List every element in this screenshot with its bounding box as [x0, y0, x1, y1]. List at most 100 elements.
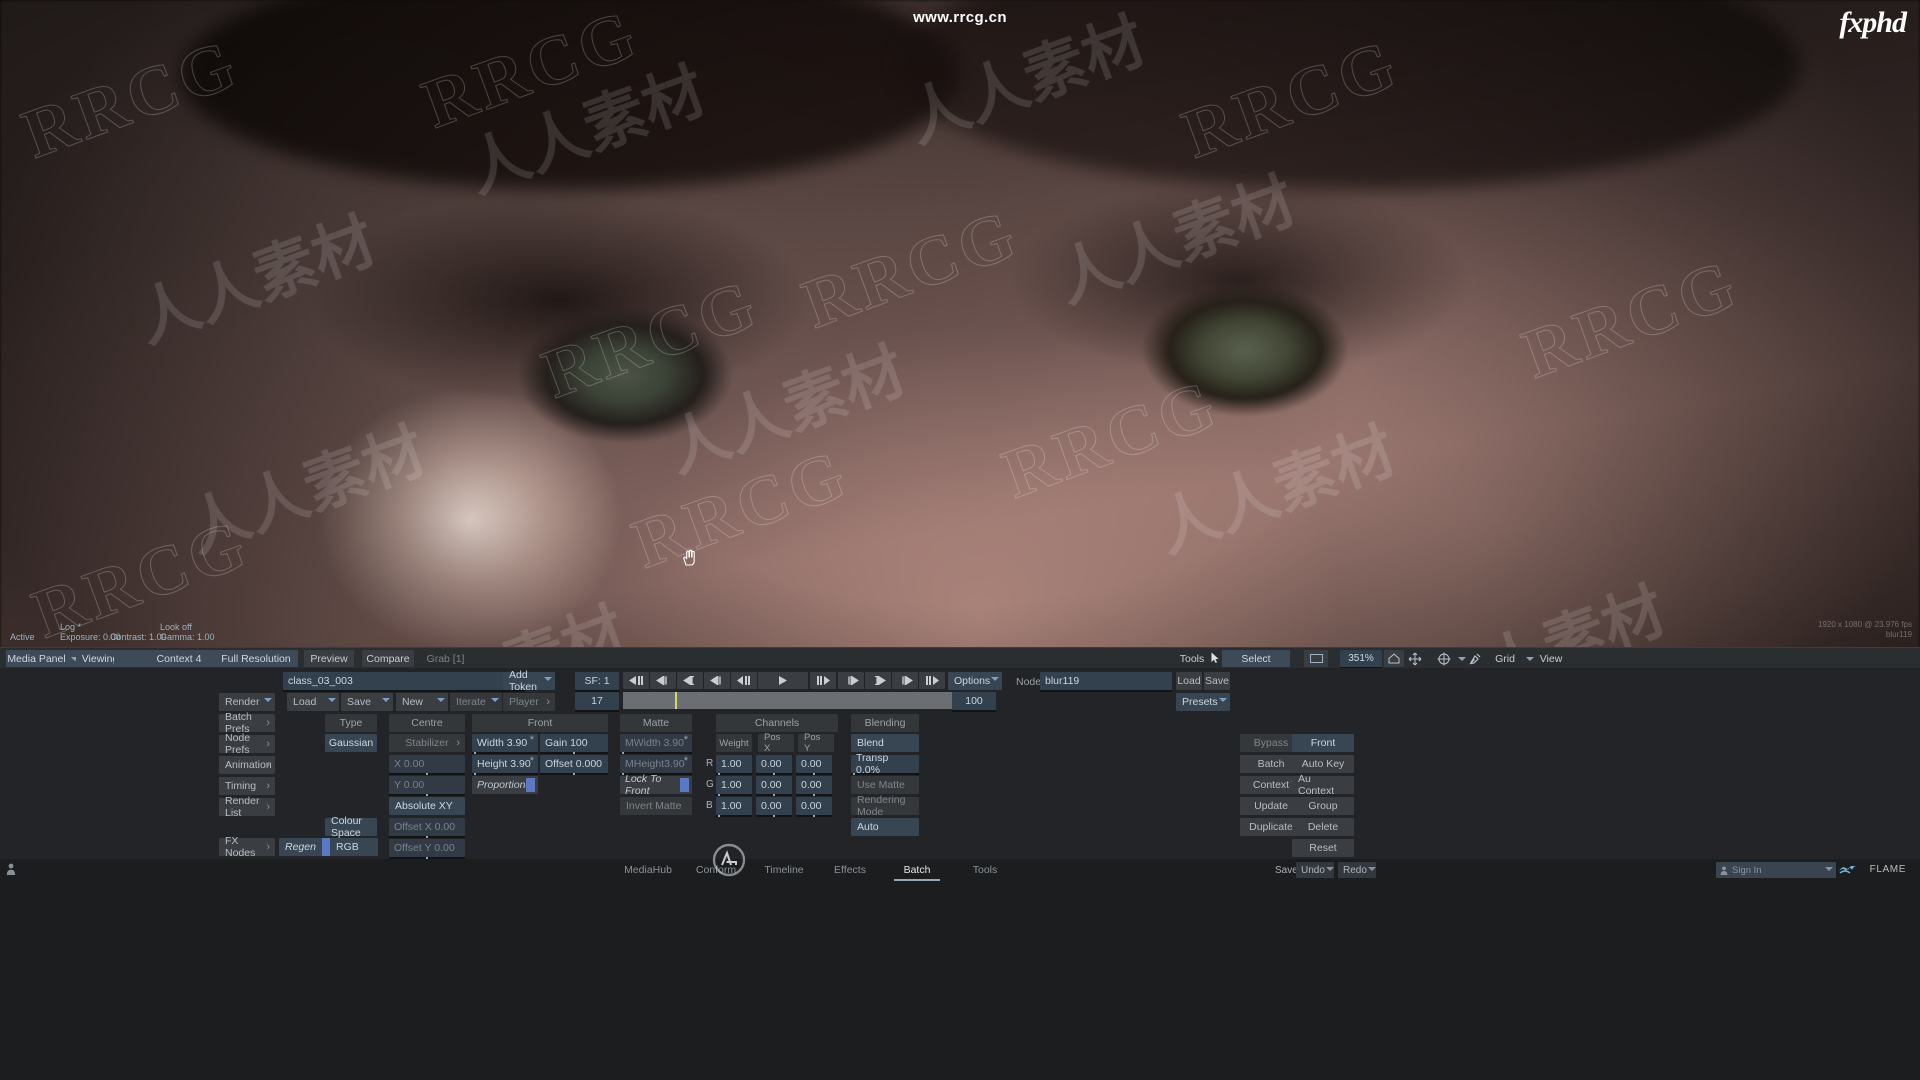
setup-name-field[interactable]: class_03_003	[283, 672, 525, 692]
channel-r-weight[interactable]: 1.00	[716, 755, 752, 775]
channel-b-posy[interactable]: 0.00	[796, 797, 832, 817]
new-menu[interactable]: New	[396, 693, 448, 711]
current-frame-field[interactable]: 17	[575, 692, 619, 712]
node-load-button[interactable]: Load	[1176, 672, 1202, 690]
transport-pause-to-end[interactable]	[919, 672, 945, 689]
auto-button[interactable]: Auto	[851, 818, 919, 836]
regen-indicator[interactable]	[322, 838, 330, 856]
tab-timeline[interactable]: Timeline	[756, 862, 812, 878]
offset-y-field[interactable]: Offset Y 0.00	[389, 839, 465, 859]
invert-matte-button[interactable]: Invert Matte	[620, 797, 692, 815]
au-context-button[interactable]: Au Context	[1292, 773, 1354, 797]
transport-jump-prev[interactable]	[650, 672, 676, 689]
frame-icon[interactable]	[1304, 650, 1328, 667]
zoom-level-field[interactable]: 351%	[1340, 650, 1382, 667]
render-list-button[interactable]: Render List	[219, 795, 275, 819]
tools-menu[interactable]: Tools	[1176, 650, 1208, 667]
transport-step-back[interactable]	[731, 672, 757, 689]
lock-to-front-toggle[interactable]: Lock To Front	[620, 773, 692, 797]
group-button[interactable]: Group	[1292, 797, 1354, 815]
full-resolution-button[interactable]: Full Resolution	[214, 650, 298, 667]
transport-prev-key[interactable]	[704, 672, 730, 689]
front-offset-field[interactable]: Offset 0.000	[540, 755, 608, 775]
view-menu[interactable]: View	[1534, 650, 1568, 667]
channel-b-posx[interactable]: 0.00	[756, 797, 792, 817]
front-width-field[interactable]: Width 3.90 *	[472, 734, 538, 754]
transport-play-pause[interactable]	[810, 672, 836, 689]
centre-x-field[interactable]: X 0.00	[389, 755, 465, 775]
timebar-playhead[interactable]	[675, 692, 677, 709]
transport-go-to-in[interactable]	[677, 672, 703, 689]
grab-button[interactable]: Grab [1]	[418, 650, 473, 667]
node-name-field[interactable]: blur119	[1040, 672, 1172, 692]
animation-star-icon[interactable]: *	[684, 755, 688, 767]
eyedropper-icon[interactable]	[1464, 650, 1486, 667]
add-token-button[interactable]: Add Token	[503, 669, 555, 693]
select-tool-button[interactable]: Select	[1222, 650, 1290, 667]
timebar-scrubber[interactable]	[623, 692, 953, 709]
fx-nodes-button[interactable]: FX Nodes	[219, 835, 275, 859]
save-menu[interactable]: Save	[341, 693, 393, 711]
tab-effects[interactable]: Effects	[824, 862, 876, 878]
node-prefs-button[interactable]: Node Prefs	[219, 732, 275, 756]
animation-star-icon[interactable]: *	[684, 734, 688, 746]
animation-star-icon[interactable]: *	[530, 734, 534, 746]
node-save-button[interactable]: Save	[1204, 672, 1230, 690]
delete-button[interactable]: Delete	[1292, 818, 1354, 836]
viewer-log-label[interactable]: Log *	[60, 622, 81, 632]
toggle-switch[interactable]	[526, 778, 535, 792]
transport-pause-to-start[interactable]	[623, 672, 649, 689]
stabilizer-button[interactable]: Stabilizer	[389, 734, 465, 752]
matte-mheight-field[interactable]: MHeight3.90 *	[620, 755, 692, 775]
timing-button[interactable]: Timing	[219, 777, 275, 795]
grid-dropdown[interactable]	[1520, 650, 1534, 667]
transport-play[interactable]	[758, 672, 808, 689]
front-state-button[interactable]: Front	[1292, 734, 1354, 752]
rendering-mode-button[interactable]: Rendering Mode	[851, 794, 919, 818]
channel-g-weight[interactable]: 1.00	[716, 776, 752, 796]
home-icon[interactable]	[1384, 650, 1404, 667]
crosshair-icon[interactable]	[1434, 650, 1454, 667]
chevron-down-icon[interactable]	[1368, 867, 1376, 871]
auto-key-button[interactable]: Auto Key	[1292, 755, 1354, 773]
colour-space-button[interactable]: Colour Space	[325, 815, 377, 839]
pointer-icon[interactable]	[1211, 652, 1220, 664]
regen-button[interactable]: Regen	[279, 838, 325, 856]
animation-star-icon[interactable]: *	[530, 755, 534, 767]
channel-r-posy[interactable]: 0.00	[796, 755, 832, 775]
absolute-xy-button[interactable]: Absolute XY	[389, 797, 465, 815]
render-menu[interactable]: Render	[219, 693, 275, 711]
channel-g-posy[interactable]: 0.00	[796, 776, 832, 796]
front-gain-field[interactable]: Gain 100	[540, 734, 608, 754]
rgb-button[interactable]: RGB	[330, 838, 378, 856]
load-menu[interactable]: Load	[287, 693, 339, 711]
blend-button[interactable]: Blend	[851, 734, 919, 752]
viewer-contrast-value[interactable]: Contrast: 1.00	[110, 632, 167, 642]
toggle-switch[interactable]	[680, 778, 689, 792]
start-frame-field[interactable]: SF: 1	[575, 672, 619, 692]
grid-menu[interactable]: Grid	[1488, 650, 1522, 667]
tab-tools[interactable]: Tools	[962, 862, 1008, 878]
reset-button[interactable]: Reset	[1292, 839, 1354, 857]
offset-x-field[interactable]: Offset X 0.00	[389, 818, 465, 838]
front-height-field[interactable]: Height 3.90 *	[472, 755, 538, 775]
options-value-field[interactable]: 100	[952, 692, 996, 712]
channel-g-posx[interactable]: 0.00	[756, 776, 792, 796]
animation-button[interactable]: Animation	[219, 756, 275, 774]
tab-mediahub[interactable]: MediaHub	[618, 862, 678, 878]
proportional-toggle[interactable]: Proportional	[472, 776, 538, 794]
iterate-menu[interactable]: Iterate	[450, 693, 502, 711]
transport-go-to-out[interactable]	[865, 672, 891, 689]
player-menu[interactable]: Player	[503, 693, 555, 711]
use-matte-button[interactable]: Use Matte	[851, 776, 919, 794]
presets-menu[interactable]: Presets	[1176, 693, 1230, 711]
media-panel-menu[interactable]: Media Panel	[6, 650, 80, 667]
viewer-gamma-value[interactable]: Gamma: 1.00	[160, 632, 215, 642]
transport-jump-next[interactable]	[892, 672, 918, 689]
centre-y-field[interactable]: Y 0.00	[389, 776, 465, 796]
compare-button[interactable]: Compare	[362, 650, 414, 667]
batch-prefs-button[interactable]: Batch Prefs	[219, 711, 275, 735]
viewer-look-label[interactable]: Look off	[160, 622, 192, 632]
fit-to-screen-icon[interactable]	[1404, 650, 1426, 667]
channel-b-weight[interactable]: 1.00	[716, 797, 752, 817]
